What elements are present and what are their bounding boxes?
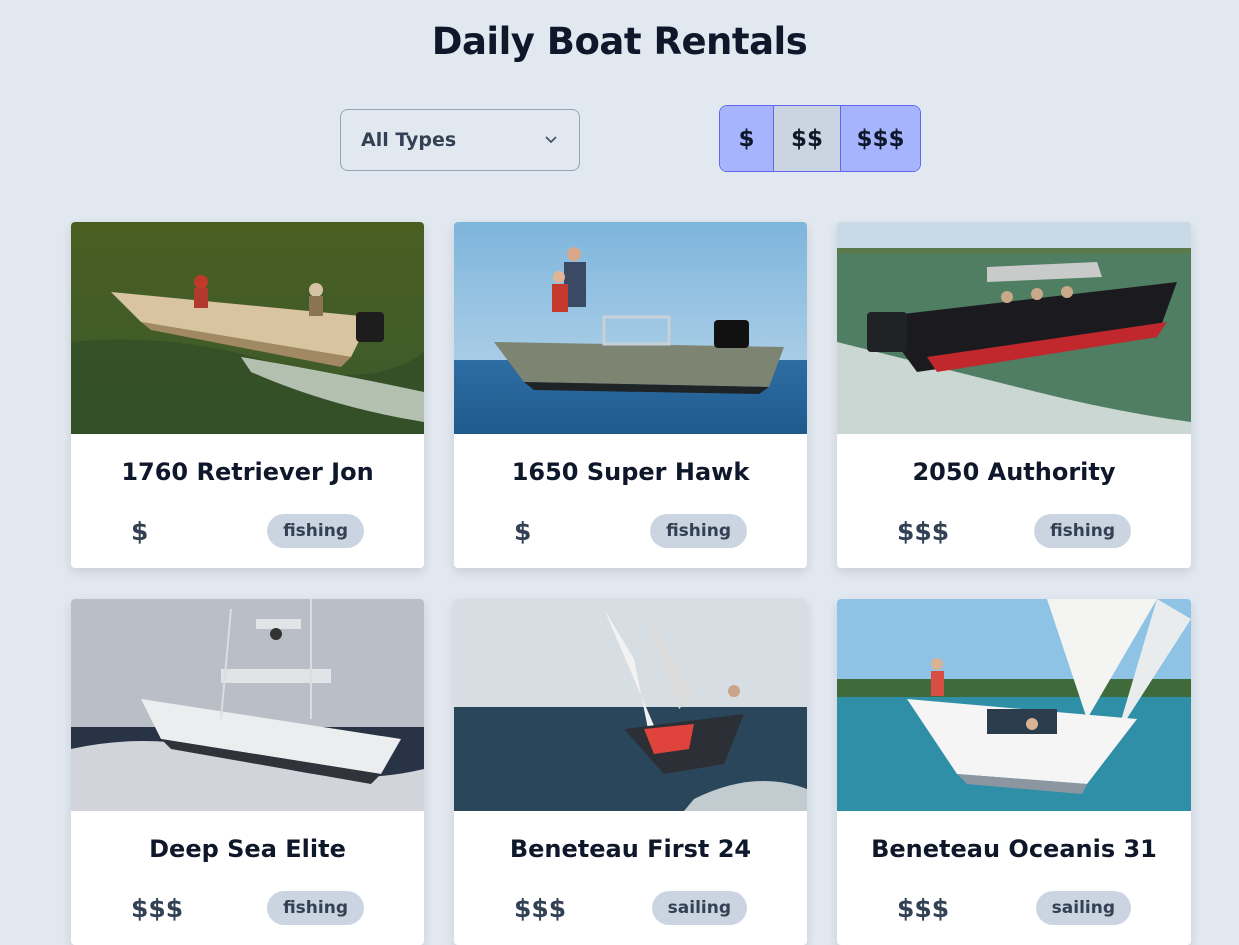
boat-name: Beneteau Oceanis 31 — [871, 835, 1157, 863]
type-select-value: All Types — [361, 129, 457, 151]
boat-type-badge: fishing — [1034, 514, 1131, 548]
boat-photo — [71, 222, 424, 434]
boat-photo — [837, 222, 1191, 434]
price-filter-high[interactable]: $$$ — [841, 106, 920, 171]
type-select[interactable]: All Types — [340, 109, 580, 171]
boat-photo — [71, 599, 424, 811]
boat-card[interactable]: 1650 Super Hawk $ fishing — [454, 222, 807, 568]
boat-type-badge: fishing — [267, 514, 364, 548]
boat-type-badge: fishing — [650, 514, 747, 548]
boat-type-badge: sailing — [1035, 891, 1131, 925]
boat-card[interactable]: 1760 Retriever Jon $ fishing — [71, 222, 424, 568]
boat-card[interactable]: Beneteau First 24 $$$ sailing — [454, 599, 807, 945]
boat-card[interactable]: Deep Sea Elite $$$ fishing — [71, 599, 424, 945]
boat-grid: 1760 Retriever Jon $ fishing 1650 Super — [71, 222, 1191, 945]
boat-price: $ — [514, 517, 532, 546]
boat-card[interactable]: Beneteau Oceanis 31 $$$ sailing — [837, 599, 1191, 945]
price-filter-mid[interactable]: $$ — [774, 106, 841, 171]
boat-type-badge: sailing — [651, 891, 747, 925]
boat-price: $$$ — [131, 894, 184, 923]
page-title: Daily Boat Rentals — [431, 20, 808, 63]
boat-price: $$$ — [897, 517, 950, 546]
boat-type-badge: fishing — [267, 891, 364, 925]
boat-name: 1650 Super Hawk — [511, 458, 750, 486]
boat-price: $$$ — [514, 894, 567, 923]
boat-name: Beneteau First 24 — [509, 835, 752, 863]
boat-name: 1760 Retriever Jon — [121, 458, 374, 486]
price-filter-low[interactable]: $ — [720, 106, 774, 171]
boat-photo — [454, 599, 807, 811]
boat-name: 2050 Authority — [912, 458, 1116, 486]
boat-photo — [837, 599, 1191, 811]
boat-price: $ — [131, 517, 149, 546]
price-filter-group: $ $$ $$$ — [719, 105, 921, 172]
boat-photo — [454, 222, 807, 434]
boat-name: Deep Sea Elite — [149, 835, 346, 863]
chevron-down-icon — [545, 136, 557, 144]
boat-card[interactable]: 2050 Authority $$$ fishing — [837, 222, 1191, 568]
boat-price: $$$ — [897, 894, 950, 923]
